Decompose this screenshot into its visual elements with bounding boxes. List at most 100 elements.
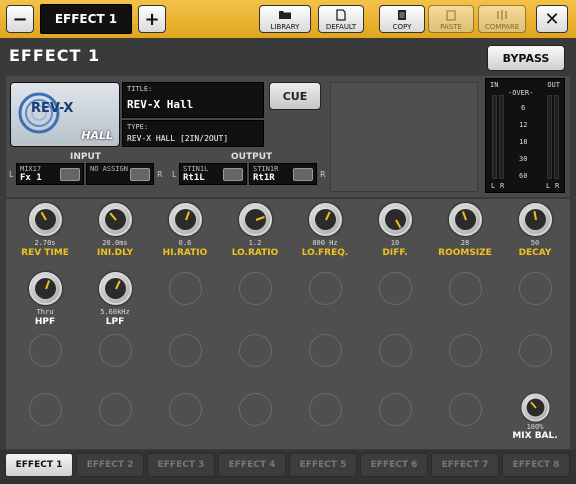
knob-hi-ratio[interactable]: 0.6 HI.RATIO xyxy=(150,201,220,263)
tab-effect-1[interactable]: EFFECT 1 xyxy=(5,453,73,477)
knob-rev-time[interactable]: 2.70s REV TIME xyxy=(10,201,80,263)
tab-effect-8[interactable]: EFFECT 8 xyxy=(502,453,570,477)
knob-icon[interactable] xyxy=(309,203,342,236)
knob-icon[interactable] xyxy=(379,203,412,236)
empty-slot xyxy=(379,272,412,305)
tab-effect-7[interactable]: EFFECT 7 xyxy=(431,453,499,477)
knob-pointer xyxy=(40,211,47,221)
output-l-label: L xyxy=(172,170,177,179)
copy-button[interactable]: COPY xyxy=(379,5,425,33)
knob-label: DECAY xyxy=(518,248,552,258)
meter-scale-12: 12 xyxy=(519,121,528,129)
empty-slot xyxy=(99,393,132,426)
copy-label: COPY xyxy=(392,23,412,31)
knob-value: 50 xyxy=(530,239,540,247)
knob-value: 20.0ms xyxy=(102,239,128,247)
tab-effect-3[interactable]: EFFECT 3 xyxy=(147,453,215,477)
empty-slot xyxy=(309,393,342,426)
output-r-label: R xyxy=(320,170,326,179)
meter-scale-6: 6 xyxy=(521,104,526,112)
meter-out-label: OUT xyxy=(547,81,560,89)
default-button[interactable]: DEFAULT xyxy=(318,5,364,33)
knob-pointer xyxy=(255,215,265,221)
default-label: DEFAULT xyxy=(325,23,357,31)
empty-slot xyxy=(449,334,482,367)
knob-label: INI.DLY xyxy=(97,248,133,258)
meter-r-label: R xyxy=(500,182,505,190)
knob-ini-dly[interactable]: 20.0ms INI.DLY xyxy=(80,201,150,263)
previous-effect-button[interactable]: − xyxy=(6,5,34,33)
effect-type-logo[interactable]: REV-X HALL xyxy=(10,82,120,147)
cue-button[interactable]: CUE xyxy=(269,82,321,110)
library-label: LIBRARY xyxy=(270,23,300,31)
logo-subtext: HALL xyxy=(81,129,113,142)
knob-label: MIX BAL. xyxy=(512,431,558,441)
empty-slot xyxy=(239,393,272,426)
empty-slot xyxy=(379,334,412,367)
blank-panel xyxy=(330,82,478,192)
knob-label: DIFF. xyxy=(382,248,408,258)
knob-hpf[interactable]: Thru HPF xyxy=(10,270,80,332)
knob-pointer xyxy=(325,211,331,221)
knob-label: LO.RATIO xyxy=(231,248,279,258)
next-effect-button[interactable]: + xyxy=(138,5,166,33)
meter-bar-in-r xyxy=(499,95,504,179)
paste-button[interactable]: PASTE xyxy=(428,5,474,33)
patch-icon xyxy=(60,168,80,181)
knob-value: 1.2 xyxy=(248,239,262,247)
knob-pointer xyxy=(185,211,191,221)
knob-roomsize[interactable]: 28 ROOMSIZE xyxy=(430,201,500,263)
knob-icon[interactable] xyxy=(29,272,62,305)
meter-in-label: IN xyxy=(490,81,499,89)
input-r-label: R xyxy=(157,170,163,179)
bypass-button[interactable]: BYPASS xyxy=(487,45,565,71)
document-icon xyxy=(336,9,346,21)
knob-value: 0.6 xyxy=(178,239,192,247)
empty-slot xyxy=(449,393,482,426)
knob-icon[interactable] xyxy=(29,203,62,236)
empty-slot xyxy=(99,334,132,367)
input-port-1-value: Fx 1 xyxy=(20,173,42,183)
knob-value: 2.70s xyxy=(34,239,56,247)
knob-pointer xyxy=(461,211,467,221)
output-port-2-label: STIN1R xyxy=(253,165,279,173)
knob-diff[interactable]: 10 DIFF. xyxy=(360,201,430,263)
compare-label: COMPARE xyxy=(484,23,520,31)
knob-icon[interactable] xyxy=(99,272,132,305)
knob-pointer xyxy=(115,280,121,290)
library-button[interactable]: LIBRARY xyxy=(259,5,311,33)
patch-icon xyxy=(223,168,243,181)
level-meter: IN OUT -OVER- 6 12 18 30 60 L R L R xyxy=(485,78,565,193)
tab-effect-2[interactable]: EFFECT 2 xyxy=(76,453,144,477)
knob-decay[interactable]: 50 DECAY xyxy=(500,201,570,263)
tab-effect-6[interactable]: EFFECT 6 xyxy=(360,453,428,477)
meter-bar-out-r xyxy=(554,95,559,179)
knob-icon[interactable] xyxy=(239,203,272,236)
meter-bar-out-l xyxy=(547,95,552,179)
knob-icon[interactable] xyxy=(99,203,132,236)
knob-value: 5.60kHz xyxy=(100,308,130,316)
patch-icon xyxy=(293,168,313,181)
meter-scale-60: 60 xyxy=(519,172,528,180)
effect-window: − EFFECT 1 + LIBRARY DEFAULT COPY PASTE … xyxy=(0,0,576,484)
tab-effect-5[interactable]: EFFECT 5 xyxy=(289,453,357,477)
close-button[interactable]: ✕ xyxy=(536,5,568,33)
knob-lo-freq[interactable]: 800 Hz LO.FREQ. xyxy=(290,201,360,263)
meter-l-label: L xyxy=(491,182,496,190)
knob-lo-ratio[interactable]: 1.2 LO.RATIO xyxy=(220,201,290,263)
title-field-value: REV-X Hall xyxy=(127,98,194,111)
compare-button[interactable]: COMPARE xyxy=(478,5,526,33)
knob-icon[interactable] xyxy=(449,203,482,236)
knob-pointer xyxy=(109,212,117,221)
knob-label: REV TIME xyxy=(21,248,69,258)
knob-lpf[interactable]: 5.60kHz LPF xyxy=(80,270,150,332)
knob-mix-bal[interactable]: 100% MIX BAL. xyxy=(500,389,570,451)
knob-icon[interactable] xyxy=(519,203,552,236)
knob-icon[interactable] xyxy=(521,393,550,422)
empty-slot xyxy=(379,393,412,426)
title-field[interactable]: TITLE: REV-X Hall xyxy=(122,82,264,118)
knob-icon[interactable] xyxy=(169,203,202,236)
empty-slot xyxy=(239,334,272,367)
input-port-2-label: NO ASSIGN xyxy=(90,165,128,173)
tab-effect-4[interactable]: EFFECT 4 xyxy=(218,453,286,477)
